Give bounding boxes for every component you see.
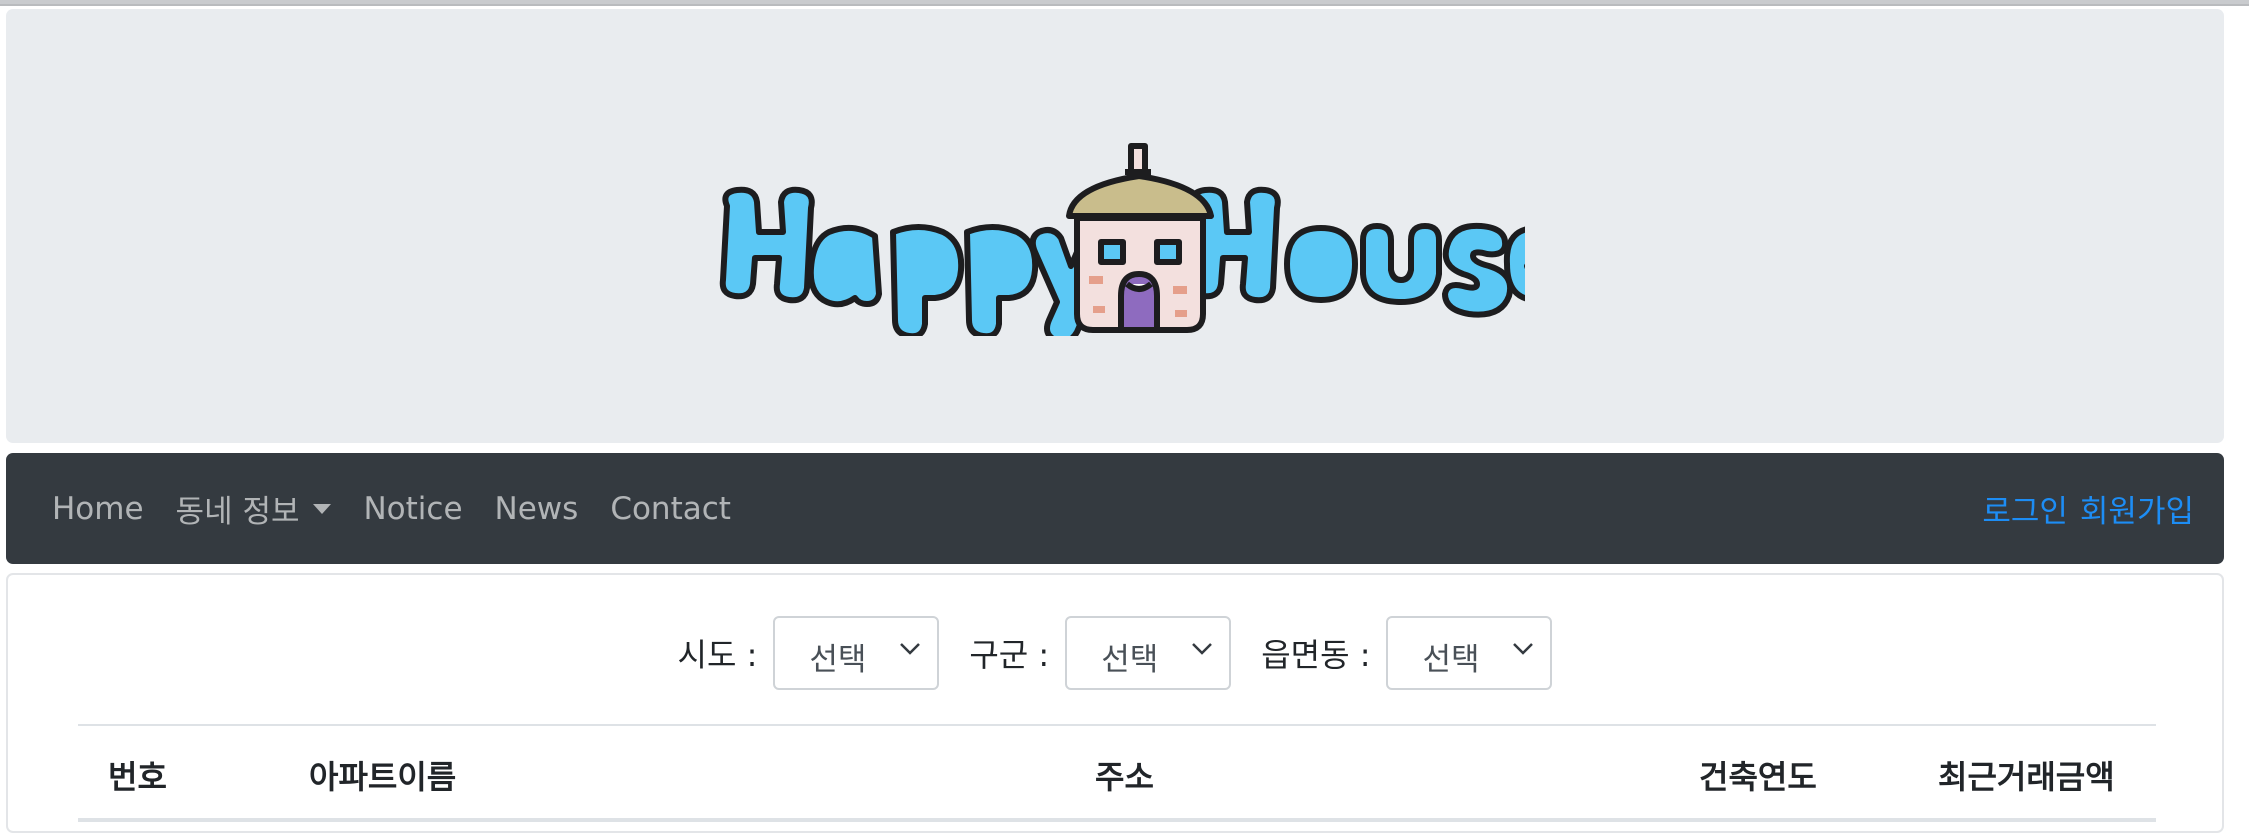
chevron-down-icon	[1192, 643, 1213, 655]
table-header-rule	[78, 818, 2156, 822]
column-header-recent-price: 최근거래금액	[1938, 758, 2115, 796]
hero-banner	[6, 9, 2224, 443]
browser-top-edge	[0, 0, 2249, 6]
sido-label: 시도 :	[677, 636, 758, 674]
chevron-down-icon	[900, 643, 921, 655]
dong-label: 읍면동 :	[1261, 636, 1371, 674]
column-header-number: 번호	[108, 758, 167, 796]
nav-notice[interactable]: Notice	[363, 491, 462, 527]
table-top-rule	[78, 724, 2156, 726]
auth-links: 로그인 회원가입	[1970, 453, 2194, 564]
gugun-select[interactable]: 선택	[1065, 616, 1232, 690]
search-card: 시도 : 선택 구군 : 선택 읍면동 : 선택 번호 아파트이름 주소 건축연…	[6, 573, 2224, 833]
happyhouse-logo[interactable]	[717, 136, 1568, 345]
sido-select[interactable]: 선택	[773, 616, 940, 690]
logo-graphic	[719, 143, 1568, 345]
nav-home-label: Home	[52, 490, 144, 527]
nav-news-label: News	[494, 490, 579, 527]
sido-selected-value: 선택	[809, 642, 867, 678]
nav-home[interactable]: Home	[52, 491, 144, 527]
nav-notice-label: Notice	[363, 490, 463, 527]
login-link[interactable]: 로그인	[1982, 486, 2068, 531]
dong-select[interactable]: 선택	[1386, 616, 1553, 690]
nav-neighborhood-label: 동네 정보	[175, 494, 300, 530]
gugun-selected-value: 선택	[1101, 642, 1159, 678]
navbar: Home 동네 정보 Notice News Contact 로그인 회원가입	[6, 453, 2224, 564]
column-header-apartment-name: 아파트이름	[309, 758, 457, 796]
nav-neighborhood-dropdown[interactable]: 동네 정보	[176, 486, 332, 531]
column-header-build-year: 건축연도	[1699, 758, 1817, 796]
nav-news[interactable]: News	[495, 491, 579, 527]
chevron-down-icon	[1513, 643, 1534, 655]
gugun-label: 구군 :	[969, 636, 1050, 674]
region-filters: 시도 : 선택 구군 : 선택 읍면동 : 선택	[8, 615, 2222, 691]
signup-link[interactable]: 회원가입	[2080, 486, 2194, 531]
caret-down-icon	[313, 503, 332, 514]
nav-contact[interactable]: Contact	[610, 491, 731, 527]
nav-contact-label: Contact	[610, 490, 731, 527]
column-header-address: 주소	[1095, 758, 1154, 796]
nav-menu: Home 동네 정보 Notice News Contact	[52, 453, 763, 564]
dong-selected-value: 선택	[1422, 642, 1480, 678]
